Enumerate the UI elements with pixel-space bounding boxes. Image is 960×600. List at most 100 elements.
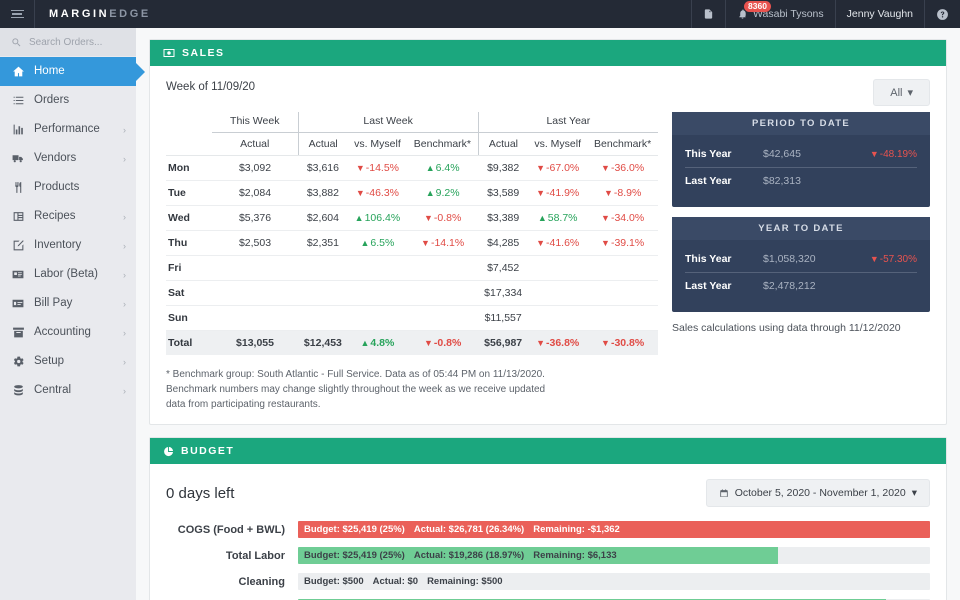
sales-card-header: SALES — [150, 40, 946, 66]
sales-sub-header-row: Actual Actual vs. Myself Benchmark* Actu… — [166, 133, 658, 156]
list-icon — [11, 94, 25, 107]
archive-icon — [11, 326, 25, 339]
sidebar-item-labor[interactable]: Labor (Beta) › — [0, 260, 136, 289]
documents-button[interactable] — [691, 0, 725, 28]
sidebar-item-inventory[interactable]: Inventory › — [0, 231, 136, 260]
chevron-right-icon: › — [123, 125, 126, 135]
budget-title: BUDGET — [181, 445, 234, 457]
sales-cell: $4,285 — [478, 231, 528, 256]
sidebar-nav: Home Orders Performance › Vendors › Prod… — [0, 56, 136, 405]
sales-cell: $3,616 — [298, 156, 348, 181]
sub-header-ly-benchmark: Benchmark* — [587, 133, 658, 156]
sales-cell: ▼-0.8% — [407, 331, 478, 356]
sales-cell — [212, 256, 298, 281]
restaurant-selector[interactable]: 8360 Wasabi Tysons — [725, 0, 835, 28]
budget-row[interactable]: CleaningBudget: $500Actual: $0Remaining:… — [166, 573, 930, 590]
table-row: Sun $11,557 — [166, 306, 658, 331]
stat-value: $82,313 — [763, 175, 917, 187]
budget-date-range-value: October 5, 2020 - November 1, 2020 — [735, 487, 906, 499]
budget-bar-text: Budget: $25,419 (25%)Actual: $26,781 (26… — [304, 521, 620, 538]
sales-stat-panels: PERIOD TO DATEThis Year$42,645▼-48.19%La… — [672, 112, 930, 412]
sales-card: SALES Week of 11/09/20 All ▾ — [149, 39, 947, 425]
sales-cell: $2,503 — [212, 231, 298, 256]
document-icon — [703, 8, 714, 20]
sidebar-item-central[interactable]: Central › — [0, 376, 136, 405]
group-header-last-week: Last Week — [298, 112, 478, 133]
sales-cell: ▼-14.5% — [348, 156, 407, 181]
sales-cell: ▼-14.1% — [407, 231, 478, 256]
stat-row: Last Year$82,313 — [685, 168, 917, 194]
week-label: Week of 11/09/20 — [166, 79, 255, 93]
sales-day-label: Sun — [166, 306, 212, 331]
budget-bar-track: Budget: $500Actual: $0Remaining: $500 — [298, 573, 930, 590]
sidebar-item-setup[interactable]: Setup › — [0, 347, 136, 376]
sales-cell: $7,452 — [478, 256, 528, 281]
search-icon — [11, 37, 22, 48]
main-content: SALES Week of 11/09/20 All ▾ — [136, 28, 960, 600]
sidebar-item-bill-pay[interactable]: Bill Pay › — [0, 289, 136, 318]
group-header-blank — [166, 112, 212, 133]
chevron-right-icon: › — [123, 328, 126, 338]
sales-filter-dropdown[interactable]: All ▾ — [873, 79, 930, 106]
table-row: Fri$7,452 — [166, 256, 658, 281]
sales-toolbar: Week of 11/09/20 All ▾ — [166, 79, 930, 106]
chevron-right-icon: › — [123, 212, 126, 222]
sidebar-item-products[interactable]: Products — [0, 173, 136, 202]
notifications[interactable]: 8360 — [737, 8, 748, 20]
chevron-right-icon: › — [123, 357, 126, 367]
sidebar-label: Setup — [34, 356, 64, 368]
app-logo[interactable]: MARGINEDGE — [35, 8, 165, 20]
sales-day-label: Wed — [166, 206, 212, 231]
sidebar-label: Labor (Beta) — [34, 269, 98, 281]
sales-cell: $5,376 — [212, 206, 298, 231]
sales-cell: $17,334 — [478, 281, 528, 306]
sales-cell: ▲9.2% — [407, 181, 478, 206]
app-shell: Home Orders Performance › Vendors › Prod… — [0, 28, 960, 600]
sales-cell: ▼-41.9% — [528, 181, 587, 206]
remaining-amount: Remaining: $6,133 — [533, 550, 616, 561]
sales-card-body: Week of 11/09/20 All ▾ This Week — [150, 66, 946, 424]
sales-table-head: This Week Last Week Last Year Actual Act… — [166, 112, 658, 156]
stat-row: This Year$1,058,320▼-57.30% — [685, 246, 917, 273]
chevron-right-icon: › — [123, 154, 126, 164]
menu-toggle-icon[interactable] — [0, 0, 34, 28]
user-name: Jenny Vaughn — [847, 8, 913, 20]
sales-cell — [212, 281, 298, 306]
sidebar-item-recipes[interactable]: Recipes › — [0, 202, 136, 231]
budget-bar-track: Budget: $25,419 (25%)Actual: $26,781 (26… — [298, 521, 930, 538]
search-orders-box[interactable] — [0, 28, 136, 56]
sales-cell: $2,351 — [298, 231, 348, 256]
help-button[interactable] — [924, 0, 960, 28]
sidebar-item-home[interactable]: Home — [0, 57, 136, 86]
budget-category-label: COGS (Food + BWL) — [166, 524, 298, 536]
sales-cell: ▼-8.9% — [587, 181, 658, 206]
sidebar-label: Vendors — [34, 153, 76, 165]
actual-amount: Actual: $26,781 (26.34%) — [414, 524, 524, 535]
search-input[interactable] — [29, 37, 113, 48]
budget-date-range-picker[interactable]: October 5, 2020 - November 1, 2020 ▾ — [706, 479, 930, 507]
pie-chart-icon — [163, 446, 174, 457]
sales-cell — [212, 306, 298, 331]
budget-row[interactable]: Total LaborBudget: $25,419 (25%)Actual: … — [166, 547, 930, 564]
chevron-right-icon: › — [123, 299, 126, 309]
sales-cell: ▼-30.8% — [587, 331, 658, 356]
budget-row[interactable]: COGS (Food + BWL) Budget: $25,419 (25%)Ac… — [166, 521, 930, 538]
sales-cell — [528, 306, 587, 331]
brand-secondary: EDGE — [109, 8, 151, 20]
sales-cell — [587, 281, 658, 306]
sales-cell — [298, 306, 348, 331]
stat-panel-title: PERIOD TO DATE — [672, 112, 930, 135]
sales-cell: $2,084 — [212, 181, 298, 206]
sidebar-item-accounting[interactable]: Accounting › — [0, 318, 136, 347]
sidebar-item-orders[interactable]: Orders — [0, 86, 136, 115]
sales-group-header-row: This Week Last Week Last Year — [166, 112, 658, 133]
user-menu[interactable]: Jenny Vaughn — [835, 0, 924, 28]
book-icon — [11, 210, 25, 223]
sidebar-item-vendors[interactable]: Vendors › — [0, 144, 136, 173]
sub-header-blank — [166, 133, 212, 156]
sales-day-label: Sat — [166, 281, 212, 306]
sales-cell: ▲6.5% — [348, 231, 407, 256]
home-icon — [11, 65, 25, 78]
sales-cell: $11,557 — [478, 306, 528, 331]
sidebar-item-performance[interactable]: Performance › — [0, 115, 136, 144]
